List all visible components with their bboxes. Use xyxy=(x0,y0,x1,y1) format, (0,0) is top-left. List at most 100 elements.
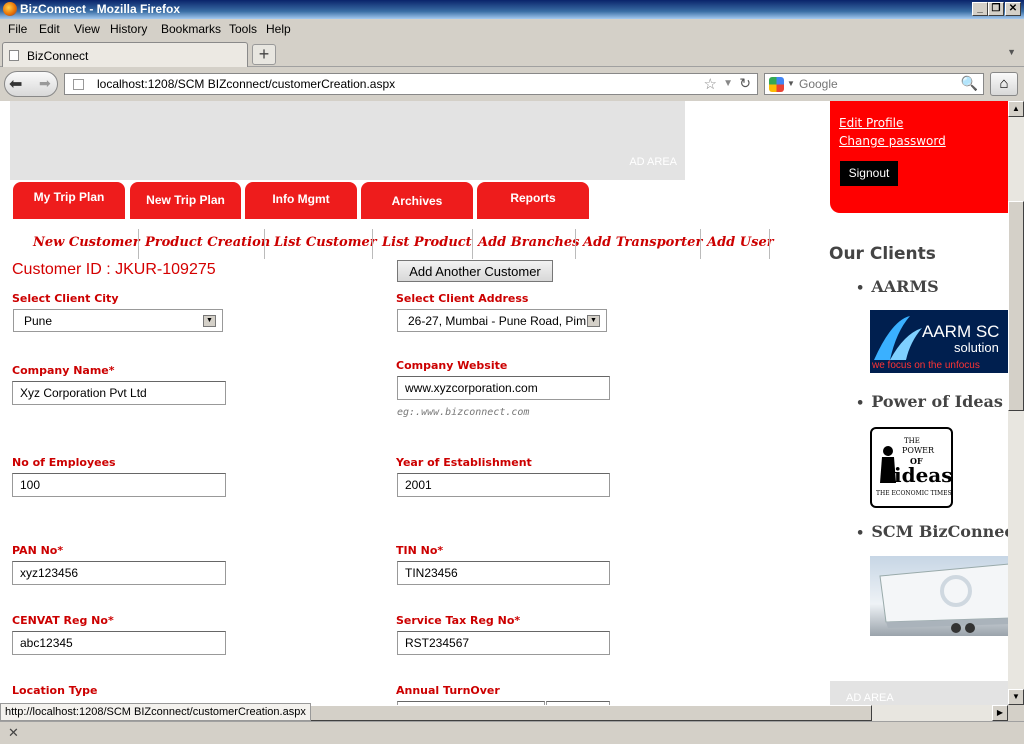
new-tab-button[interactable]: + xyxy=(252,44,276,65)
scroll-right-icon[interactable]: ▶ xyxy=(992,705,1008,721)
tab-label: New Trip Plan xyxy=(146,193,225,207)
url-text[interactable]: localhost:1208/SCM BIZconnect/customerCr… xyxy=(97,77,395,91)
location-type-label: Location Type xyxy=(12,684,98,697)
tab-label: Reports xyxy=(510,191,556,205)
tab-label: Archives xyxy=(391,194,443,208)
page-icon xyxy=(73,79,84,90)
edit-profile-link[interactable]: Edit Profile xyxy=(839,116,903,130)
search-input[interactable] xyxy=(799,77,949,91)
window-titlebar: BizConnect - Mozilla Firefox _ ❐ ✕ xyxy=(0,0,1024,19)
menu-tools[interactable]: Tools xyxy=(229,22,257,36)
navigation-bar: ⬅ ➡ localhost:1208/SCM BIZconnect/custom… xyxy=(0,67,1024,101)
submenu-new-customer[interactable]: New Customer xyxy=(33,235,140,250)
close-button[interactable]: ✕ xyxy=(1005,2,1021,16)
menu-view[interactable]: View xyxy=(74,22,100,36)
power-of-ideas-logo[interactable]: THE POWER OF ideas THE ECONOMIC TIMES xyxy=(870,427,953,508)
change-password-link[interactable]: Change password xyxy=(839,134,946,148)
tab-archives[interactable]: Archives xyxy=(361,182,473,219)
cenvat-label: CENVAT Reg No* xyxy=(12,614,114,627)
close-icon[interactable]: ✕ xyxy=(8,725,19,741)
scroll-up-icon[interactable]: ▲ xyxy=(1008,101,1024,117)
divider xyxy=(769,229,770,259)
scroll-down-icon[interactable]: ▼ xyxy=(1008,689,1024,705)
menu-edit[interactable]: Edit xyxy=(39,22,60,36)
history-dropdown-icon[interactable]: ▼ xyxy=(723,78,733,89)
tab-bizconnect[interactable]: BizConnect xyxy=(2,42,248,67)
ad-area-top: AD AREA xyxy=(10,101,685,180)
employees-input[interactable]: 100 xyxy=(12,473,226,497)
employees-label: No of Employees xyxy=(12,456,116,469)
client-city-select[interactable]: Pune ▼ xyxy=(13,309,223,332)
dropdown-arrow-icon[interactable]: ▼ xyxy=(203,315,216,327)
client-address-label: Select Client Address xyxy=(396,292,529,305)
profile-box: Edit Profile Change password Signout xyxy=(830,101,1008,213)
back-arrow-icon[interactable]: ⬅ xyxy=(9,74,22,94)
menu-help[interactable]: Help xyxy=(266,22,291,36)
ad-label: AD AREA xyxy=(846,692,894,704)
submenu-product-creation[interactable]: Product Creation xyxy=(145,235,270,250)
vertical-scrollbar[interactable]: ▲ ▼ xyxy=(1008,101,1024,705)
clients-heading: Our Clients xyxy=(829,244,936,264)
signout-button[interactable]: Signout xyxy=(840,161,898,186)
status-link-tooltip: http://localhost:1208/SCM BIZconnect/cus… xyxy=(0,703,311,721)
back-forward-group: ⬅ ➡ xyxy=(4,71,58,97)
divider xyxy=(700,229,701,259)
scm-bizconnect-truck-image[interactable] xyxy=(870,556,1008,636)
minimize-button[interactable]: _ xyxy=(972,2,988,16)
service-tax-label: Service Tax Reg No* xyxy=(396,614,521,627)
client-city-label: Select Client City xyxy=(12,292,119,305)
year-input[interactable]: 2001 xyxy=(397,473,610,497)
aarms-logo-tagline: we focus on the unfocus xyxy=(872,360,980,371)
company-website-input[interactable]: www.xyzcorporation.com xyxy=(397,376,610,400)
logo-word: THE ECONOMIC TIMES xyxy=(876,490,952,497)
service-tax-input[interactable]: RST234567 xyxy=(397,631,610,655)
tab-reports[interactable]: Reports xyxy=(477,182,589,219)
year-label: Year of Establishment xyxy=(396,456,532,469)
menu-file[interactable]: File xyxy=(8,22,27,36)
add-another-customer-button[interactable]: Add Another Customer xyxy=(397,260,553,282)
aarms-logo[interactable]: AARM SC solution we focus on the unfocus xyxy=(870,310,1008,373)
firefox-icon xyxy=(3,2,17,16)
pan-label: PAN No* xyxy=(12,544,64,557)
submenu-add-user[interactable]: Add User xyxy=(707,235,774,250)
submenu-list-customer[interactable]: List Customer xyxy=(274,235,377,250)
menu-bookmarks[interactable]: Bookmarks xyxy=(161,22,221,36)
forward-arrow-icon[interactable]: ➡ xyxy=(39,75,51,92)
tab-my-trip-plan[interactable]: My Trip Plan xyxy=(13,182,125,219)
ad-area-sidebar: AD AREA xyxy=(830,681,1008,705)
pan-input[interactable]: xyz123456 xyxy=(12,561,226,585)
client-scm-bizconnect: SCM BizConnect xyxy=(856,522,1008,541)
dropdown-arrow-icon[interactable]: ▼ xyxy=(587,315,600,327)
submenu-list-product[interactable]: List Product xyxy=(382,235,472,250)
company-name-input[interactable]: Xyz Corporation Pvt Ltd xyxy=(12,381,226,405)
list-tabs-icon[interactable]: ▼ xyxy=(1007,47,1016,57)
divider xyxy=(264,229,265,259)
tab-label: BizConnect xyxy=(27,49,89,63)
client-address-select[interactable]: 26-27, Mumbai - Pune Road, Pim ▼ xyxy=(397,309,607,332)
divider xyxy=(472,229,473,259)
aarms-logo-subtext: solution xyxy=(954,340,999,355)
customer-id: Customer ID : JKUR-109275 xyxy=(12,261,216,278)
search-engine-dropdown-icon[interactable]: ▼ xyxy=(787,79,795,88)
menu-history[interactable]: History xyxy=(110,22,147,36)
scrollbar-thumb[interactable] xyxy=(1008,201,1024,411)
submenu-add-transporter[interactable]: Add Transporter xyxy=(583,235,702,250)
reload-icon[interactable]: ↻ xyxy=(739,75,751,92)
scrollbar-thumb[interactable] xyxy=(310,705,872,721)
url-bar[interactable]: localhost:1208/SCM BIZconnect/customerCr… xyxy=(64,73,758,95)
tin-label: TIN No* xyxy=(396,544,444,557)
home-button[interactable]: ⌂ xyxy=(990,72,1018,96)
maximize-button[interactable]: ❐ xyxy=(988,2,1004,16)
bookmark-star-icon[interactable]: ☆ xyxy=(704,75,717,93)
truck-graphic xyxy=(879,563,1008,633)
search-bar[interactable]: ▼ 🔍 xyxy=(764,73,984,95)
tin-input[interactable]: TIN23456 xyxy=(397,561,610,585)
submenu-add-branches[interactable]: Add Branches xyxy=(478,235,579,250)
cenvat-input[interactable]: abc12345 xyxy=(12,631,226,655)
divider xyxy=(138,229,139,259)
addon-bar: ✕ xyxy=(0,721,1024,744)
tab-new-trip-plan[interactable]: New Trip Plan xyxy=(130,182,241,219)
search-icon[interactable]: 🔍 xyxy=(961,75,978,92)
google-icon[interactable] xyxy=(769,77,784,92)
tab-info-mgmt[interactable]: Info Mgmt xyxy=(245,182,357,219)
